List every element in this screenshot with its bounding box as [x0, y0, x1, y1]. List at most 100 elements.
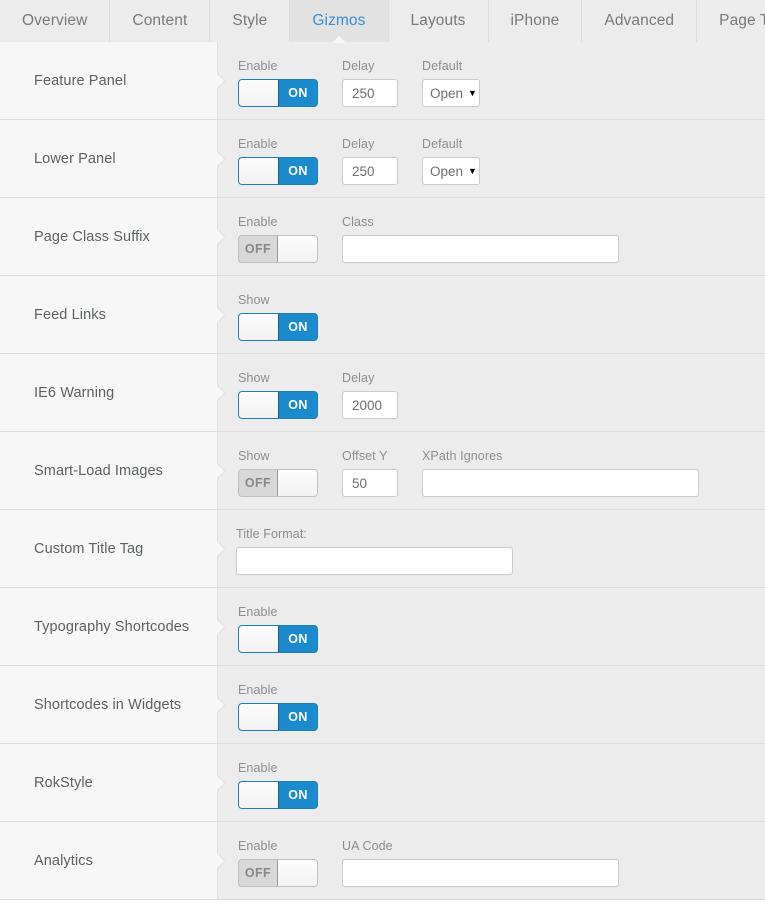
field-group: Enable OFF [238, 839, 318, 887]
row-label: Smart-Load Images [34, 462, 164, 479]
field-label: Enable [238, 215, 278, 229]
default-select[interactable]: Open ▼ [422, 79, 480, 107]
tab-label: Layouts [410, 12, 466, 29]
row-label: Feed Links [34, 306, 106, 323]
chevron-right-icon [216, 227, 226, 246]
toggle-knob [239, 626, 279, 652]
settings-tab-bar: Overview Content Style Gizmos Layouts iPhone A… [0, 0, 765, 43]
tab-layouts[interactable]: Layouts [388, 0, 489, 42]
show-toggle[interactable]: ON [238, 313, 318, 341]
tab-style[interactable]: Style [210, 0, 291, 42]
class-input[interactable] [342, 235, 619, 263]
field-group: Delay [342, 137, 398, 185]
toggle-state-label: ON [288, 788, 308, 802]
field-group: Default Open ▼ [422, 137, 480, 185]
field-group: Show ON [238, 371, 318, 419]
toggle-knob [239, 704, 279, 730]
field-label: Default [422, 59, 463, 73]
field-group: Enable ON [238, 137, 318, 185]
chevron-right-icon [216, 539, 226, 558]
chevron-right-icon [216, 383, 226, 402]
field-group: Enable ON [238, 761, 318, 809]
title-format-input[interactable] [236, 547, 513, 575]
field-label: UA Code [342, 839, 393, 853]
row-label: Lower Panel [34, 150, 116, 167]
field-label: Class [342, 215, 374, 229]
xpath-ignores-input[interactable] [422, 469, 699, 497]
tab-advanced[interactable]: Advanced [582, 0, 698, 42]
chevron-right-icon [216, 617, 226, 636]
delay-input[interactable] [342, 79, 398, 107]
field-group: Title Format: [236, 527, 513, 575]
row-label-cell: IE6 Warning [0, 354, 226, 431]
settings-row: RokStyle Enable ON [0, 744, 765, 822]
show-toggle[interactable]: ON [238, 391, 318, 419]
settings-row: Lower Panel Enable ON Delay Default Open ▼ [0, 120, 765, 198]
field-label: Enable [238, 683, 278, 697]
chevron-right-icon [216, 773, 226, 792]
chevron-right-icon [216, 851, 226, 870]
enable-toggle[interactable]: ON [238, 79, 318, 107]
row-controls-cell: Enable ON Delay Default Open ▼ [218, 120, 765, 197]
field-label: Show [238, 449, 270, 463]
row-controls-cell: Enable ON [218, 666, 765, 743]
tab-gizmos[interactable]: Gizmos [290, 0, 389, 43]
delay-input[interactable] [342, 157, 398, 185]
row-label-cell: Lower Panel [0, 120, 226, 197]
ua-code-input[interactable] [342, 859, 619, 887]
field-group: Enable ON [238, 59, 318, 107]
tab-overview[interactable]: Overview [0, 0, 111, 42]
toggle-state-label: ON [288, 86, 308, 100]
show-toggle[interactable]: OFF [238, 469, 318, 497]
tab-page-templates[interactable]: Page Templates [697, 0, 765, 42]
settings-row: Smart-Load Images Show OFF Offset Y XPath Ig… [0, 432, 765, 510]
row-controls-cell: Title Format: [218, 510, 765, 587]
enable-toggle[interactable]: OFF [238, 235, 318, 263]
chevron-down-icon: ▼ [468, 87, 477, 98]
toggle-knob [239, 158, 279, 184]
field-group: Offset Y [342, 449, 398, 497]
default-select[interactable]: Open ▼ [422, 157, 480, 185]
tab-iphone[interactable]: iPhone [488, 0, 583, 42]
field-label: Delay [342, 371, 375, 385]
field-label: Enable [238, 605, 278, 619]
enable-toggle[interactable]: ON [238, 703, 318, 731]
row-controls-cell: Show OFF Offset Y XPath Ignores [218, 432, 765, 509]
field-label: XPath Ignores [422, 449, 503, 463]
row-label: RokStyle [34, 774, 93, 791]
chevron-right-icon [216, 71, 226, 90]
row-controls-cell: Show ON [218, 276, 765, 353]
delay-input[interactable] [342, 391, 398, 419]
field-group: Enable ON [238, 605, 318, 653]
enable-toggle[interactable]: OFF [238, 859, 318, 887]
tab-label: Content [132, 12, 188, 29]
toggle-knob [277, 236, 317, 262]
row-controls-cell: Show ON Delay [218, 354, 765, 431]
select-value: Open [430, 163, 464, 179]
toggle-state-label: OFF [244, 476, 272, 490]
field-group: Enable ON [238, 683, 318, 731]
toggle-state-label: OFF [244, 242, 272, 256]
chevron-right-icon [216, 695, 226, 714]
row-label-cell: Analytics [0, 822, 226, 899]
row-label: Analytics [34, 852, 93, 869]
toggle-state-label: OFF [244, 866, 272, 880]
enable-toggle[interactable]: ON [238, 781, 318, 809]
field-group: UA Code [342, 839, 619, 887]
settings-row: Feed Links Show ON [0, 276, 765, 354]
tab-content[interactable]: Content [110, 0, 211, 42]
enable-toggle[interactable]: ON [238, 157, 318, 185]
enable-toggle[interactable]: ON [238, 625, 318, 653]
chevron-right-icon [216, 305, 226, 324]
toggle-knob [277, 860, 317, 886]
toggle-knob [239, 782, 279, 808]
row-label: Shortcodes in Widgets [34, 696, 182, 713]
select-value: Open [430, 85, 464, 101]
toggle-knob [239, 80, 279, 106]
row-controls-cell: Enable OFF Class [218, 198, 765, 275]
field-label: Show [238, 293, 270, 307]
offset-y-input[interactable] [342, 469, 398, 497]
row-controls-cell: Enable ON Delay Default Open ▼ [218, 42, 765, 119]
row-label: Feature Panel [34, 72, 127, 89]
field-group: Delay [342, 371, 398, 419]
